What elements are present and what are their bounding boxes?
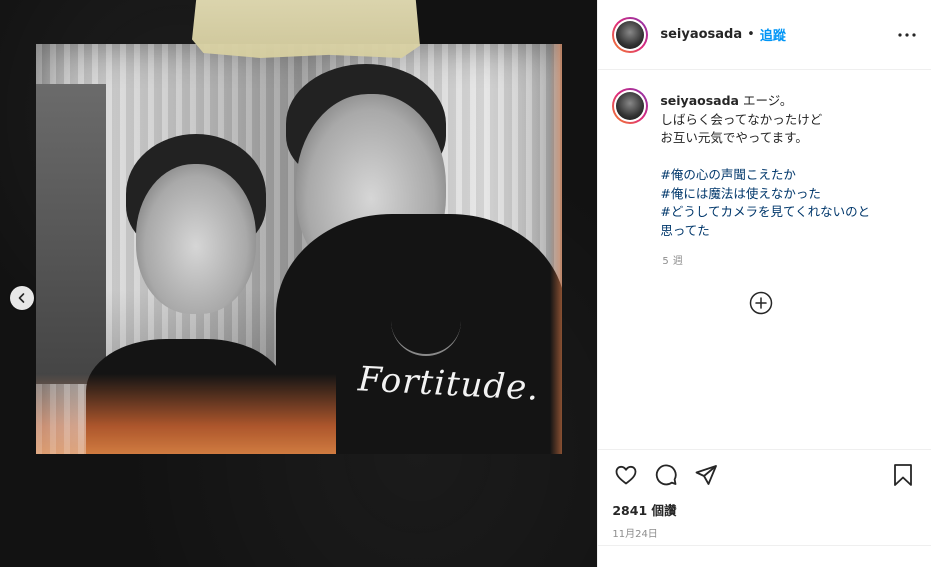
light-leak-edge [550,44,562,454]
like-button[interactable] [612,461,640,489]
plus-circle-icon [750,291,773,315]
post-date: 11月24日 [612,529,658,540]
comment-button[interactable] [652,461,680,489]
post-photo: Fortitude. [36,44,562,454]
more-horizontal-icon [898,33,916,37]
post-header: seiyaosada • 追蹤 [598,0,931,70]
caption: seiyaosada エージ。 しばらく会ってなかったけど お互い元気でやってま… [598,70,931,240]
caption-line: お互い元気でやってます。 [660,130,808,145]
more-options-button[interactable] [897,25,917,45]
post-sidebar: seiyaosada • 追蹤 seiyaosada エージ。 しばらく会ってな… [597,0,931,567]
caption-time: 5 週 [662,256,684,267]
separator-dot: • [747,27,755,42]
username-link[interactable]: seiyaosada [660,27,742,42]
comment-icon [656,464,677,486]
bookmark-icon [894,464,912,486]
prev-image-button[interactable] [10,286,34,310]
post-actions: 2841 個讚 11月24日 [598,449,931,567]
post-modal: Fortitude. seiyaosada • 追蹤 seiyaosada エー… [0,0,931,567]
share-button[interactable] [692,461,720,489]
caption-line: エージ。 [742,93,793,108]
hashtag-link-continuation[interactable]: 思ってた [660,222,870,241]
hashtag-link[interactable]: #俺の心の声聞こえたか [660,166,870,185]
follow-button[interactable]: 追蹤 [760,25,786,44]
load-more-comments-button[interactable] [749,291,773,315]
heart-icon [615,465,637,485]
hashtag-link[interactable]: #どうしてカメラを見てくれないのと [660,203,870,222]
comment-area [598,545,931,567]
masking-tape [192,0,420,58]
caption-line: しばらく会ってなかったけど [660,111,823,127]
avatar[interactable] [612,16,649,53]
post-media: Fortitude. [0,0,598,567]
caption-username[interactable]: seiyaosada [660,93,739,108]
likes-count[interactable]: 2841 個讚 [598,490,931,519]
save-button[interactable] [889,461,917,489]
share-icon [695,465,718,485]
caption-text: seiyaosada エージ。 しばらく会ってなかったけど お互い元気でやってま… [660,92,870,240]
photo-necklace [391,284,461,356]
light-leak [36,374,336,454]
caption-avatar[interactable] [612,88,649,124]
chevron-left-icon [18,293,25,303]
action-icons [598,450,931,490]
hashtag-link[interactable]: #俺には魔法は使えなかった [660,185,870,204]
